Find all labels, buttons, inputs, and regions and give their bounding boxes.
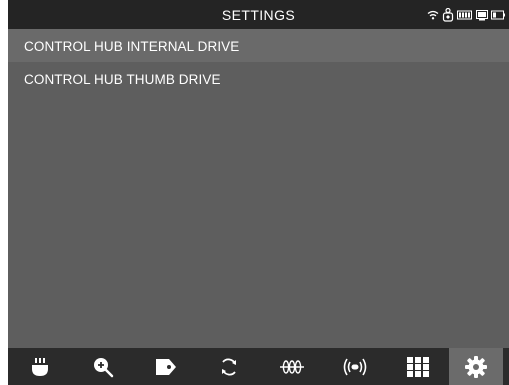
sensor-icon — [31, 357, 48, 376]
list-item-internal-drive[interactable]: CONTROL HUB INTERNAL DRIVE — [8, 29, 509, 62]
grid-icon — [406, 356, 429, 377]
bluetooth-icon — [442, 8, 454, 22]
list-item-thumb-drive[interactable]: CONTROL HUB THUMB DRIVE — [8, 62, 509, 95]
status-bar — [427, 8, 505, 22]
nav-wave-button[interactable] — [260, 348, 323, 385]
signal-icon — [343, 358, 366, 375]
nav-tag-button[interactable] — [134, 348, 197, 385]
settings-list: CONTROL HUB INTERNAL DRIVE CONTROL HUB T… — [8, 29, 509, 95]
refresh-icon — [221, 358, 236, 375]
battery-icon — [457, 10, 472, 20]
drive-icon — [476, 9, 488, 20]
gear-icon — [465, 355, 487, 378]
wave-icon — [279, 359, 304, 374]
bottom-nav — [8, 348, 509, 385]
top-bar: SETTINGS — [8, 0, 509, 29]
device-screen: SETTINGS CONTROL HUB INTERNAL DRIVE CONT… — [8, 0, 509, 385]
battery-small-icon — [491, 10, 505, 20]
nav-sensor-button[interactable] — [8, 348, 71, 385]
zoom-in-icon — [93, 357, 113, 377]
nav-grid-button[interactable] — [386, 348, 449, 385]
nav-refresh-button[interactable] — [197, 348, 260, 385]
nav-signal-button[interactable] — [323, 348, 386, 385]
nav-zoom-button[interactable] — [71, 348, 134, 385]
wifi-icon — [427, 10, 439, 20]
tag-icon — [155, 358, 176, 375]
nav-settings-button[interactable] — [449, 348, 503, 385]
